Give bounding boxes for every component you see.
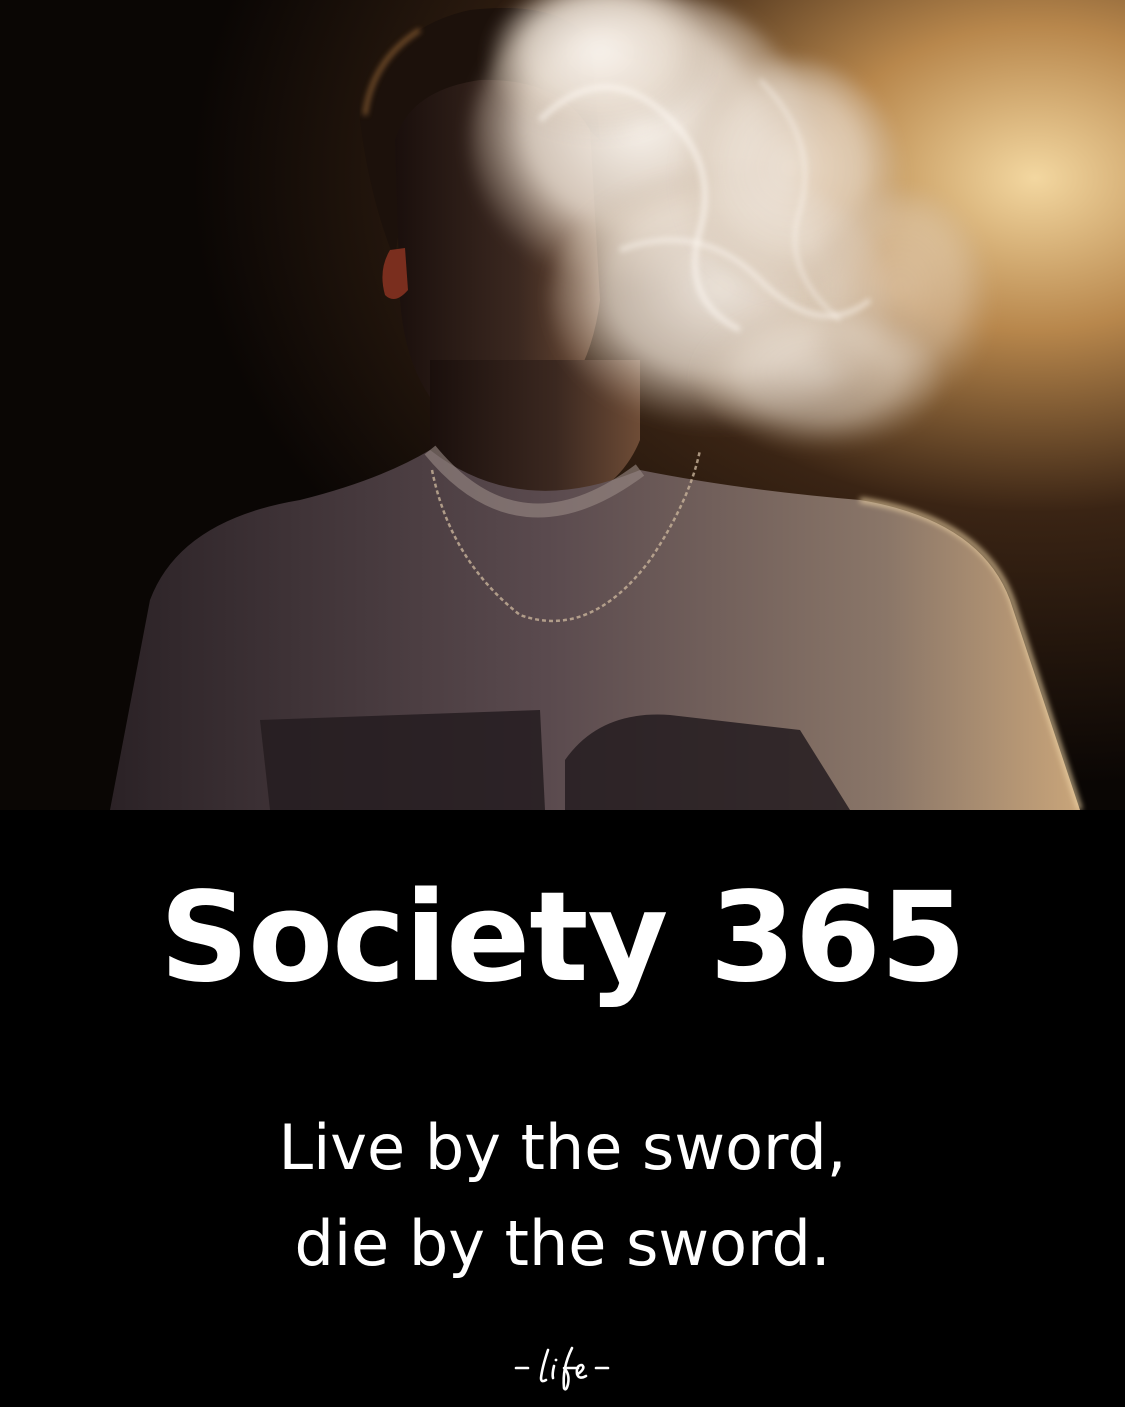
shirt-print-left [260, 710, 545, 810]
quote-line-2: die by the sword. [294, 1207, 831, 1280]
photo-illustration [0, 0, 1125, 810]
life-signature-icon [514, 1346, 609, 1391]
quote-line-1: Live by the sword, [278, 1111, 847, 1184]
hero-photo [0, 0, 1125, 810]
poster-title: Society 365 [159, 866, 967, 1010]
quote: Live by the sword, die by the sword. [0, 1100, 1125, 1292]
signature-logo [0, 1338, 1125, 1394]
